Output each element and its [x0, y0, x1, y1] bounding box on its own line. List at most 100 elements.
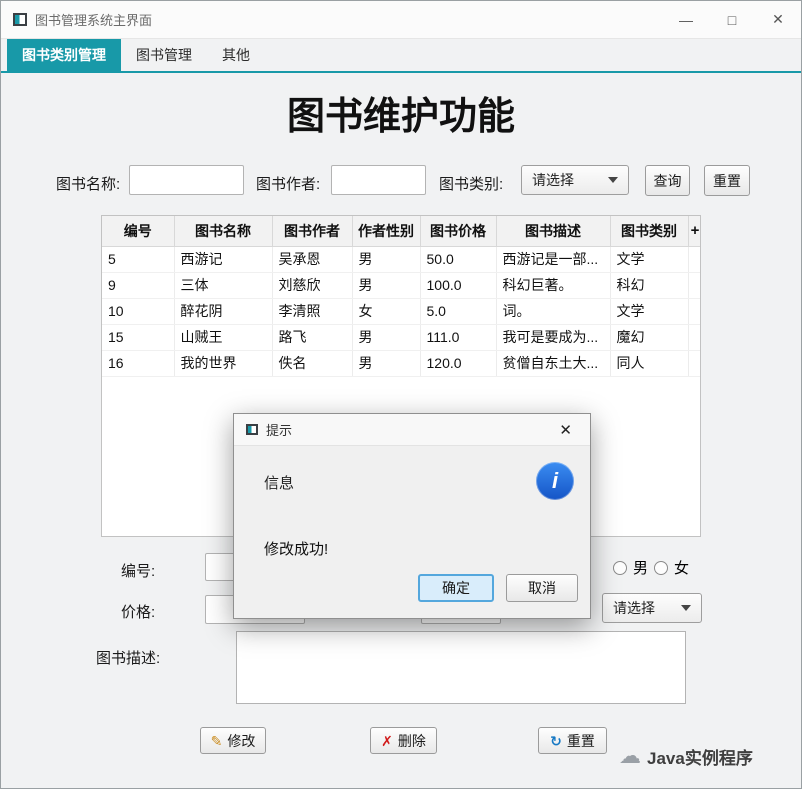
table-cell: 9	[102, 272, 175, 299]
dialog-info-label: 信息	[264, 475, 295, 492]
dialog-close-button[interactable]: ✕	[553, 420, 578, 440]
form-desc-textarea[interactable]	[236, 631, 686, 704]
table-cell: 贫僧自东土大...	[496, 350, 611, 377]
window-controls: — □ ✕	[663, 1, 801, 38]
form-price-label: 价格:	[121, 604, 156, 621]
table-cell: 5.0	[420, 298, 497, 325]
reset-form-button[interactable]: ↻ 重置	[538, 727, 607, 754]
tab-book-management[interactable]: 图书管理	[121, 39, 207, 71]
column-header[interactable]: 图书类别	[609, 216, 689, 247]
delete-x-icon: ✗	[381, 732, 393, 749]
form-category-select-value: 请选择	[613, 600, 655, 616]
table-cell: 男	[352, 324, 421, 351]
table-cell: 5	[102, 246, 175, 273]
male-radio-label: 男	[633, 560, 649, 577]
table-cell: 路飞	[272, 324, 353, 351]
titlebar: 图书管理系统主界面 — □ ✕	[1, 1, 801, 39]
tab-book-category[interactable]: 图书类别管理	[7, 39, 121, 71]
table-cell-spacer	[688, 298, 700, 325]
female-radio[interactable]	[654, 560, 669, 575]
table-cell: 50.0	[420, 246, 497, 273]
male-radio[interactable]	[613, 560, 627, 575]
table-cell: 15	[102, 324, 175, 351]
table-cell: 120.0	[420, 350, 497, 377]
book-author-input[interactable]	[331, 165, 426, 195]
reset-search-button[interactable]: 重置	[704, 165, 750, 196]
table-cell: 男	[352, 272, 421, 299]
gender-radio-group: 男 女	[613, 557, 689, 578]
table-cell: 词。	[496, 298, 611, 325]
query-button[interactable]: 查询	[645, 165, 690, 196]
table-cell-spacer	[688, 246, 700, 273]
female-radio-label: 女	[674, 560, 690, 577]
close-button[interactable]: ✕	[755, 1, 801, 38]
column-header[interactable]: 图书描述	[495, 216, 611, 247]
message-dialog: 提示 ✕ 信息 i 修改成功! 确定 取消	[233, 413, 591, 619]
table-cell: 三体	[174, 272, 273, 299]
table-cell-spacer	[688, 350, 700, 377]
ok-button[interactable]: 确定	[418, 574, 494, 602]
table-cell: 16	[102, 350, 175, 377]
table-cell: 佚名	[272, 350, 353, 377]
cancel-button[interactable]: 取消	[506, 574, 578, 602]
table-cell: 同人	[610, 350, 689, 377]
chevron-down-icon	[681, 605, 691, 611]
delete-button-label: 删除	[397, 732, 426, 749]
table-cell: 文学	[610, 298, 689, 325]
book-name-input[interactable]	[129, 165, 244, 195]
dialog-message: 修改成功!	[264, 541, 329, 558]
table-cell-spacer	[688, 272, 700, 299]
window-title: 图书管理系统主界面	[35, 13, 153, 28]
table-cell: 刘慈欣	[272, 272, 353, 299]
pencil-icon: ✎	[210, 732, 223, 749]
table-cell: 科幻巨著。	[496, 272, 611, 299]
modify-button[interactable]: ✎ 修改	[200, 727, 266, 754]
table-cell: 山贼王	[174, 324, 273, 351]
table-row[interactable]: 10 醉花阴 李清照女 5.0 词。 文学	[102, 298, 700, 325]
modify-button-label: 修改	[227, 732, 256, 749]
table-row[interactable]: 15 山贼王 路飞男 111.0 我可是要成为... 魔幻	[102, 324, 700, 351]
delete-button[interactable]: ✗ 删除	[370, 727, 437, 754]
info-icon: i	[536, 462, 574, 500]
reset-arrow-icon: ↻	[550, 732, 562, 749]
maximize-button[interactable]: □	[709, 1, 755, 38]
table-cell-spacer	[688, 324, 700, 351]
table-row[interactable]: 5 西游记 吴承恩男 50.0 西游记是一部... 文学	[102, 246, 700, 273]
column-header[interactable]: 图书作者	[271, 216, 353, 247]
dialog-app-icon	[246, 424, 258, 435]
app-icon	[13, 13, 27, 26]
minimize-button[interactable]: —	[663, 1, 709, 38]
table-cell: 吴承恩	[272, 246, 353, 273]
column-header[interactable]: 编号	[102, 216, 175, 247]
dialog-titlebar: 提示 ✕	[234, 414, 590, 446]
watermark-text: Java实例程序	[647, 748, 753, 768]
book-name-label: 图书名称:	[56, 176, 121, 193]
column-header[interactable]: 图书价格	[419, 216, 497, 247]
category-select[interactable]: 请选择	[521, 165, 629, 195]
table-cell: 100.0	[420, 272, 497, 299]
column-control-button[interactable]: +	[687, 216, 700, 247]
form-category-select[interactable]: 请选择	[602, 593, 702, 623]
table-cell: 111.0	[420, 324, 497, 351]
tab-bar: 图书类别管理 图书管理 其他	[1, 39, 801, 73]
table-row[interactable]: 16 我的世界 佚名男 120.0 贫僧自东土大... 同人	[102, 350, 700, 377]
column-header[interactable]: 图书名称	[173, 216, 273, 247]
app-window: 图书管理系统主界面 — □ ✕ 图书类别管理 图书管理 其他 图书维护功能 图书…	[0, 0, 802, 789]
table-cell: 女	[352, 298, 421, 325]
table-cell: 男	[352, 246, 421, 273]
table-cell: 男	[352, 350, 421, 377]
table-cell: 西游记	[174, 246, 273, 273]
info-icon-glyph: i	[551, 468, 559, 493]
table-cell: 科幻	[610, 272, 689, 299]
table-cell: 李清照	[272, 298, 353, 325]
column-header[interactable]: 作者性别	[351, 216, 421, 247]
table-cell: 我的世界	[174, 350, 273, 377]
form-id-label: 编号:	[121, 563, 156, 580]
table-row[interactable]: 9 三体 刘慈欣男 100.0 科幻巨著。 科幻	[102, 272, 700, 299]
table-cell: 醉花阴	[174, 298, 273, 325]
table-cell: 我可是要成为...	[496, 324, 611, 351]
watermark: ☁ Java实例程序	[619, 743, 753, 769]
page-title: 图书维护功能	[286, 96, 515, 138]
dialog-title: 提示	[266, 423, 293, 438]
tab-other[interactable]: 其他	[207, 39, 265, 71]
